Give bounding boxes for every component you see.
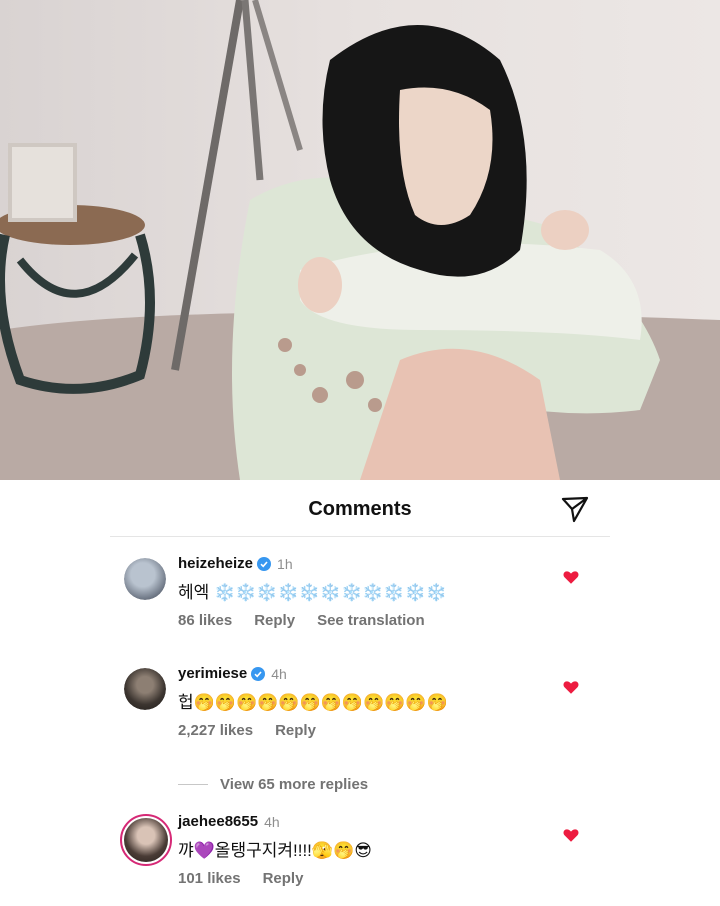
- reply-button[interactable]: Reply: [263, 870, 304, 887]
- heart-icon[interactable]: [562, 568, 580, 586]
- comment-likes[interactable]: 2,227 likes: [178, 722, 253, 739]
- reply-button[interactable]: Reply: [275, 722, 316, 739]
- comment-item: yerimiese 4h 헙🤭🤭🤭🤭🤭🤭🤭🤭🤭🤭🤭🤭 2,227 likes R…: [110, 665, 610, 758]
- view-more-replies-button[interactable]: View 65 more replies: [178, 776, 368, 793]
- avatar[interactable]: [124, 668, 166, 710]
- comment-text: 꺄💜올탱구지켜!!!!🫣🤭😎: [178, 841, 372, 860]
- comment-time: 1h: [277, 555, 293, 572]
- comment-likes[interactable]: 101 likes: [178, 870, 241, 887]
- comment-likes[interactable]: 86 likes: [178, 612, 232, 629]
- comments-title: Comments: [308, 498, 412, 520]
- reply-thread-line: [178, 784, 208, 785]
- comment-item: jaehee8655 4h 꺄💜올탱구지켜!!!!🫣🤭😎 101 likes R…: [110, 813, 610, 906]
- comment-text: 헙🤭🤭🤭🤭🤭🤭🤭🤭🤭🤭🤭🤭: [178, 693, 448, 712]
- post-photo: [0, 0, 720, 480]
- heart-icon[interactable]: [562, 678, 580, 696]
- comment-time: 4h: [271, 665, 287, 682]
- verified-badge-icon: [251, 666, 266, 681]
- comment-username[interactable]: heizeheize: [178, 555, 253, 572]
- reply-button[interactable]: Reply: [254, 612, 295, 629]
- avatar[interactable]: [120, 814, 172, 866]
- paper-plane-icon[interactable]: [560, 494, 590, 524]
- comment-username[interactable]: yerimiese: [178, 665, 247, 682]
- avatar[interactable]: [124, 558, 166, 600]
- comments-sheet: Comments heizeheize 1h 헤엑 ❄️❄️❄️❄️❄️❄️❄️…: [0, 480, 720, 902]
- comment-username[interactable]: jaehee8655: [178, 813, 258, 830]
- verified-badge-icon: [257, 556, 272, 571]
- view-more-replies-label: View 65 more replies: [220, 776, 369, 793]
- comments-header: Comments: [110, 480, 610, 537]
- see-translation-button[interactable]: See translation: [317, 612, 425, 629]
- comment-text: 헤엑 ❄️❄️❄️❄️❄️❄️❄️❄️❄️❄️❄️: [178, 583, 447, 602]
- comment-time: 4h: [264, 813, 280, 830]
- heart-icon[interactable]: [562, 826, 580, 844]
- comment-item: heizeheize 1h 헤엑 ❄️❄️❄️❄️❄️❄️❄️❄️❄️❄️❄️ …: [110, 555, 610, 648]
